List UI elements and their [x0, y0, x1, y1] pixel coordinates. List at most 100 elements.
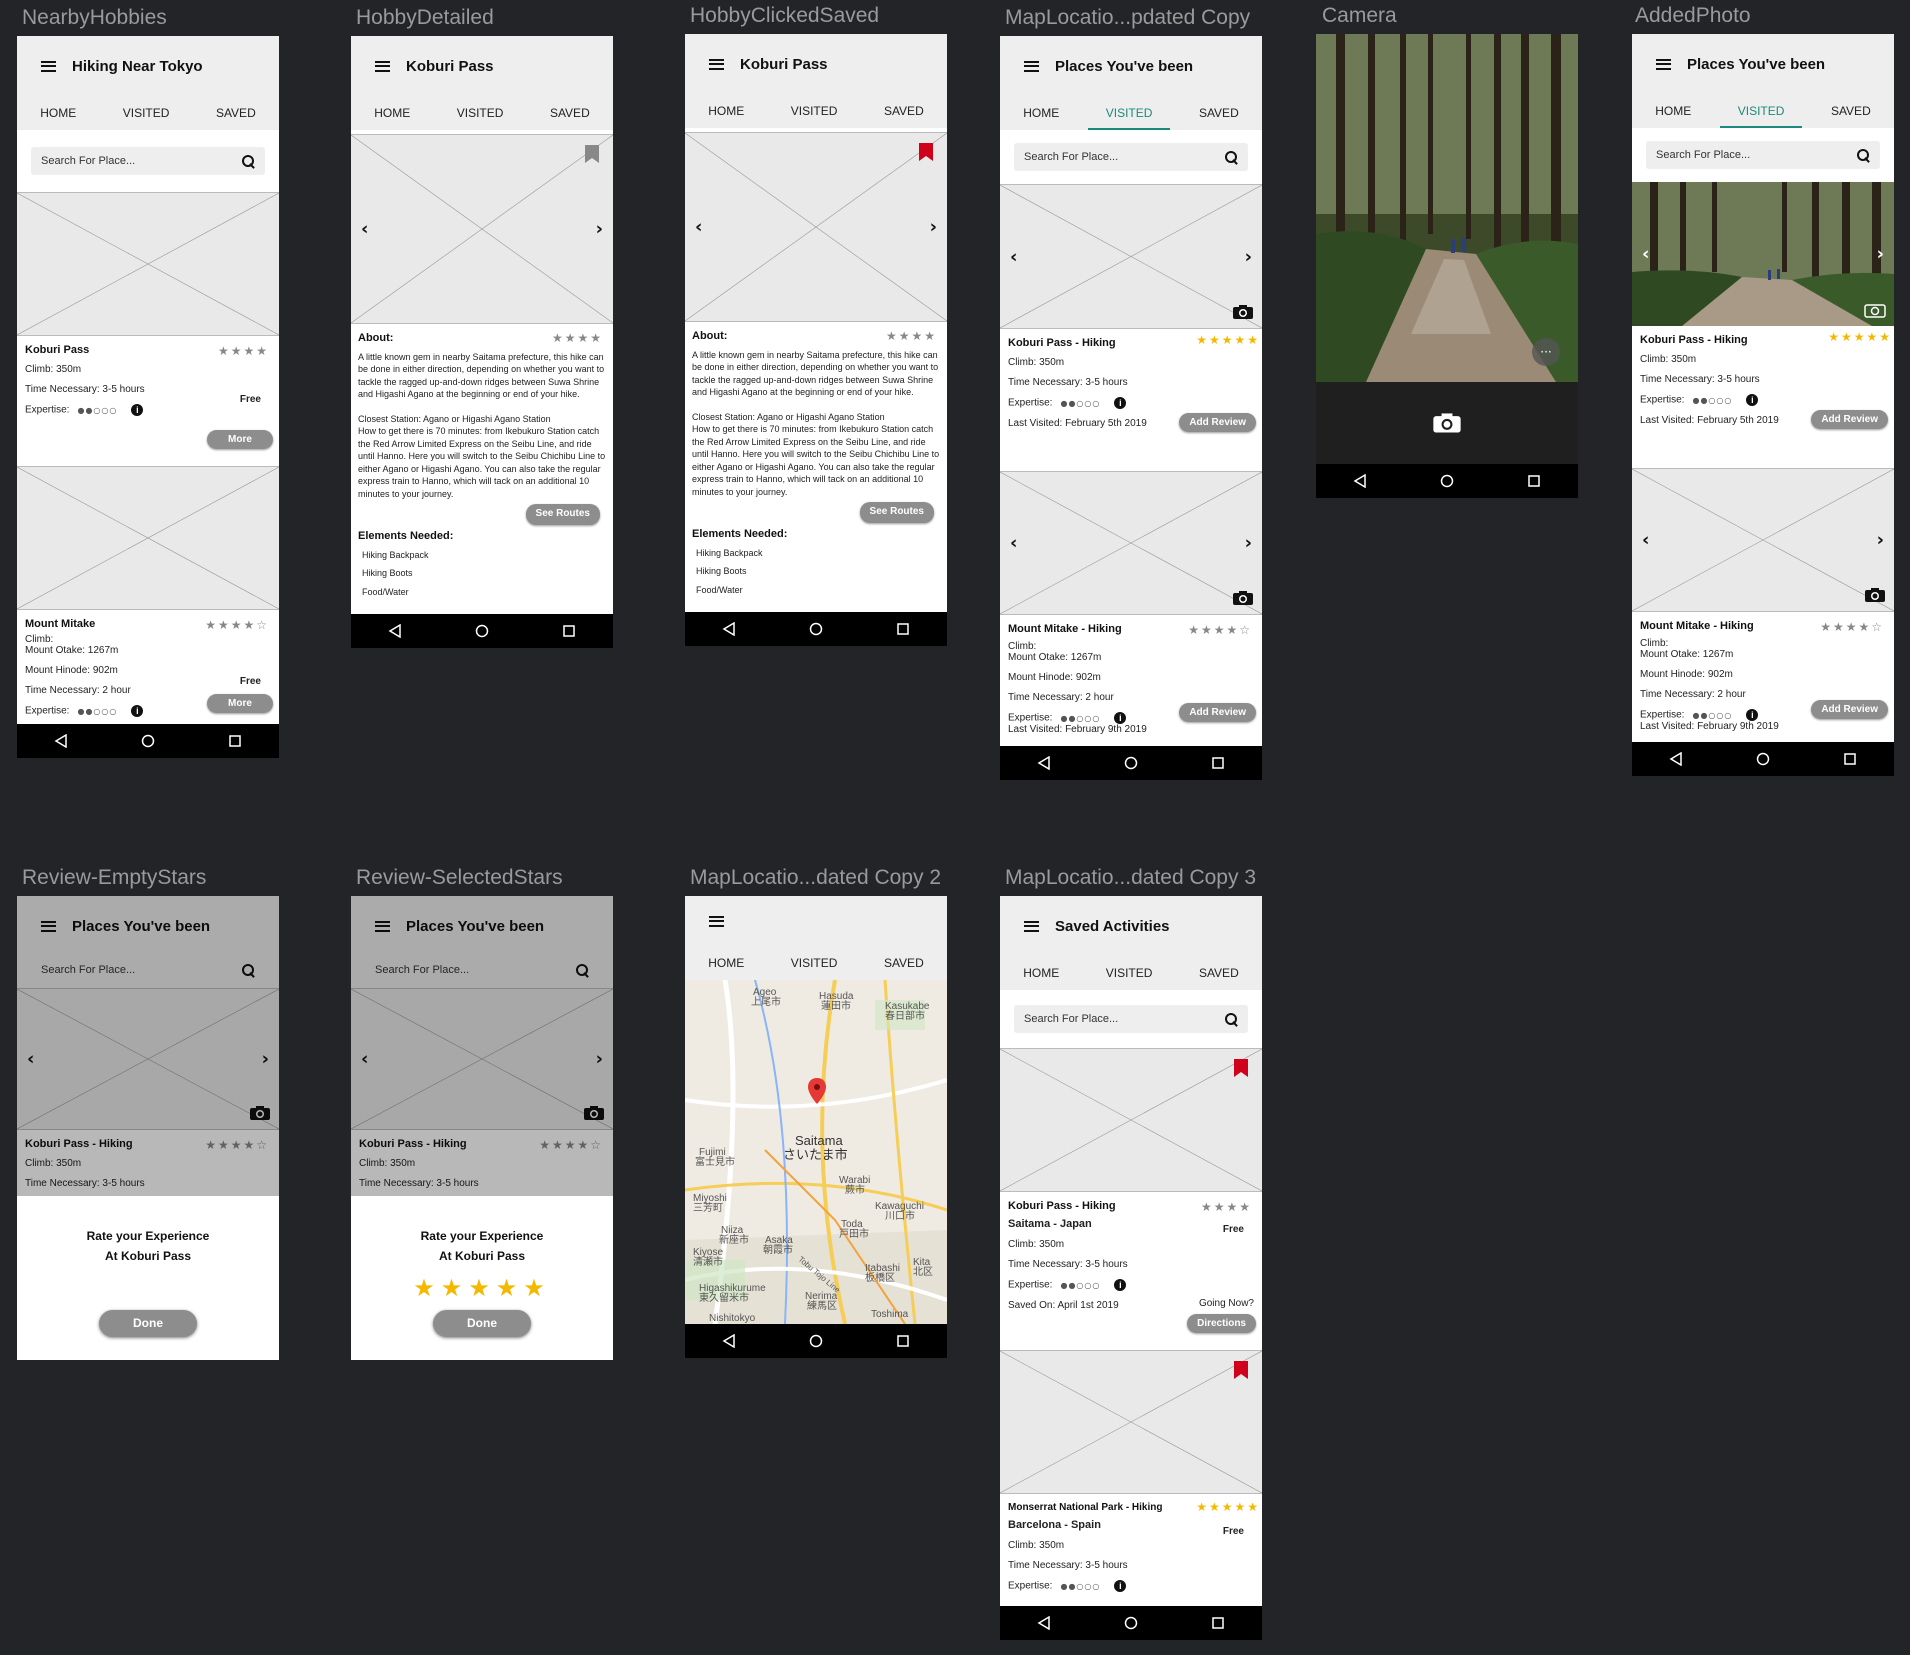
list-item[interactable]: Koburi Pass - Hiking ★★★★ Saitama - Japa… — [1000, 1192, 1262, 1350]
info-icon[interactable]: i — [131, 705, 144, 717]
list-item[interactable]: Koburi Pass - Hiking ★★★★★ Climb: 350m T… — [1632, 326, 1894, 468]
info-icon[interactable]: i — [1114, 397, 1127, 409]
add-photo-camera-icon[interactable] — [1232, 304, 1254, 320]
rating-stars-input[interactable]: ★★★★★ — [351, 1266, 613, 1310]
tab-visited[interactable]: VISITED — [787, 950, 842, 976]
recents-icon[interactable] — [1211, 756, 1225, 770]
home-icon[interactable] — [1124, 1616, 1138, 1630]
home-icon[interactable] — [1440, 474, 1454, 488]
tab-saved[interactable]: SAVED — [546, 100, 594, 126]
hamburger-icon[interactable] — [709, 58, 724, 70]
tab-visited[interactable]: VISITED — [787, 98, 842, 124]
tab-home[interactable]: HOME — [1651, 98, 1695, 124]
modal-scrim[interactable] — [351, 896, 613, 1200]
search-input[interactable]: Search For Place... — [1646, 141, 1880, 169]
chevron-left-icon[interactable]: ‹ — [1642, 530, 1649, 551]
chevron-left-icon[interactable]: ‹ — [1642, 244, 1649, 265]
add-photo-camera-icon[interactable] — [1864, 302, 1886, 318]
back-icon[interactable] — [1037, 756, 1051, 770]
modal-scrim[interactable] — [17, 896, 279, 1200]
tab-home[interactable]: HOME — [1019, 100, 1063, 126]
home-icon[interactable] — [809, 622, 823, 636]
recents-icon[interactable] — [896, 622, 910, 636]
list-item[interactable]: Mount Mitake ★★★★☆ Climb: Mount Otake: 1… — [17, 610, 279, 740]
recents-icon[interactable] — [1211, 1616, 1225, 1630]
tab-visited[interactable]: VISITED — [1719, 98, 1803, 128]
more-button[interactable]: More — [207, 430, 273, 449]
search-input[interactable]: Search For Place... — [1014, 1005, 1248, 1033]
list-item[interactable]: Koburi Pass - Hiking ★★★★★ Climb: 350m T… — [1000, 329, 1262, 471]
search-icon[interactable] — [1225, 1012, 1238, 1026]
tab-saved[interactable]: SAVED — [880, 98, 928, 124]
done-button[interactable]: Done — [99, 1310, 197, 1337]
back-icon[interactable] — [54, 734, 68, 748]
search-icon[interactable] — [1225, 150, 1238, 164]
hamburger-icon[interactable] — [41, 60, 56, 72]
hamburger-icon[interactable] — [1024, 920, 1039, 932]
recents-icon[interactable] — [228, 734, 242, 748]
recents-icon[interactable] — [1843, 752, 1857, 766]
list-item[interactable]: Mount Mitake - Hiking ★★★★☆ Climb: Mount… — [1000, 615, 1262, 751]
home-icon[interactable] — [141, 734, 155, 748]
search-input[interactable]: Search For Place... — [31, 147, 265, 175]
tab-visited[interactable]: VISITED — [1102, 960, 1157, 986]
recents-icon[interactable] — [1527, 474, 1541, 488]
home-icon[interactable] — [1756, 752, 1770, 766]
add-photo-camera-icon[interactable] — [1864, 587, 1886, 603]
bookmark-icon[interactable] — [1234, 1361, 1248, 1379]
home-icon[interactable] — [1124, 756, 1138, 770]
map-pin-icon[interactable] — [808, 1078, 826, 1104]
tab-home[interactable]: HOME — [704, 950, 748, 976]
add-review-button[interactable]: Add Review — [1179, 413, 1256, 432]
home-icon[interactable] — [475, 624, 489, 638]
shutter-camera-icon[interactable] — [1432, 411, 1462, 435]
bookmark-icon[interactable] — [919, 143, 933, 161]
chevron-right-icon[interactable]: › — [1877, 530, 1884, 551]
info-icon[interactable]: i — [1114, 1279, 1127, 1291]
tab-saved[interactable]: SAVED — [1195, 100, 1243, 126]
tab-saved[interactable]: SAVED — [1195, 960, 1243, 986]
back-icon[interactable] — [1353, 474, 1367, 488]
bookmark-icon[interactable] — [1234, 1059, 1248, 1077]
chevron-left-icon[interactable]: ‹ — [1010, 246, 1017, 267]
add-photo-camera-icon[interactable] — [1232, 590, 1254, 606]
add-review-button[interactable]: Add Review — [1811, 410, 1888, 429]
back-icon[interactable] — [1669, 752, 1683, 766]
chevron-left-icon[interactable]: ‹ — [361, 219, 368, 240]
tab-visited[interactable]: VISITED — [119, 100, 174, 126]
add-review-button[interactable]: Add Review — [1811, 700, 1888, 719]
info-icon[interactable]: i — [1114, 712, 1127, 724]
tab-saved[interactable]: SAVED — [880, 950, 928, 976]
bookmark-icon[interactable] — [585, 145, 599, 163]
tab-home[interactable]: HOME — [370, 100, 414, 126]
hamburger-icon[interactable] — [375, 60, 390, 72]
back-icon[interactable] — [722, 1334, 736, 1348]
tab-saved[interactable]: SAVED — [212, 100, 260, 126]
chevron-right-icon[interactable]: › — [596, 219, 603, 240]
back-icon[interactable] — [722, 622, 736, 636]
tab-home[interactable]: HOME — [704, 98, 748, 124]
list-item[interactable]: Monserrat National Park - Hiking ★★★★★ B… — [1000, 1494, 1262, 1614]
recents-icon[interactable] — [896, 1334, 910, 1348]
home-icon[interactable] — [809, 1334, 823, 1348]
chevron-right-icon[interactable]: › — [1245, 246, 1252, 267]
list-item[interactable]: Mount Mitake - Hiking ★★★★☆ Climb: Mount… — [1632, 612, 1894, 748]
see-routes-button[interactable]: See Routes — [525, 504, 600, 525]
hamburger-icon[interactable] — [1656, 58, 1671, 70]
info-icon[interactable]: i — [1746, 709, 1759, 721]
info-icon[interactable]: i — [1746, 394, 1759, 406]
back-icon[interactable] — [388, 624, 402, 638]
tab-saved[interactable]: SAVED — [1827, 98, 1875, 124]
search-icon[interactable] — [242, 154, 255, 168]
tab-visited[interactable]: VISITED — [453, 100, 508, 126]
tab-home[interactable]: HOME — [1019, 960, 1063, 986]
back-icon[interactable] — [1037, 1616, 1051, 1630]
chevron-left-icon[interactable]: ‹ — [695, 217, 702, 238]
hamburger-icon[interactable] — [1024, 60, 1039, 72]
chevron-right-icon[interactable]: › — [1245, 533, 1252, 554]
directions-button[interactable]: Directions — [1187, 1314, 1256, 1333]
add-review-button[interactable]: Add Review — [1179, 703, 1256, 722]
hamburger-icon[interactable] — [709, 915, 724, 927]
map-view[interactable]: Ageo 上尾市 Hasuda 蓮田市 Kasukabe 春日部市 Saitam… — [685, 980, 947, 1324]
search-input[interactable]: Search For Place... — [1014, 143, 1248, 171]
